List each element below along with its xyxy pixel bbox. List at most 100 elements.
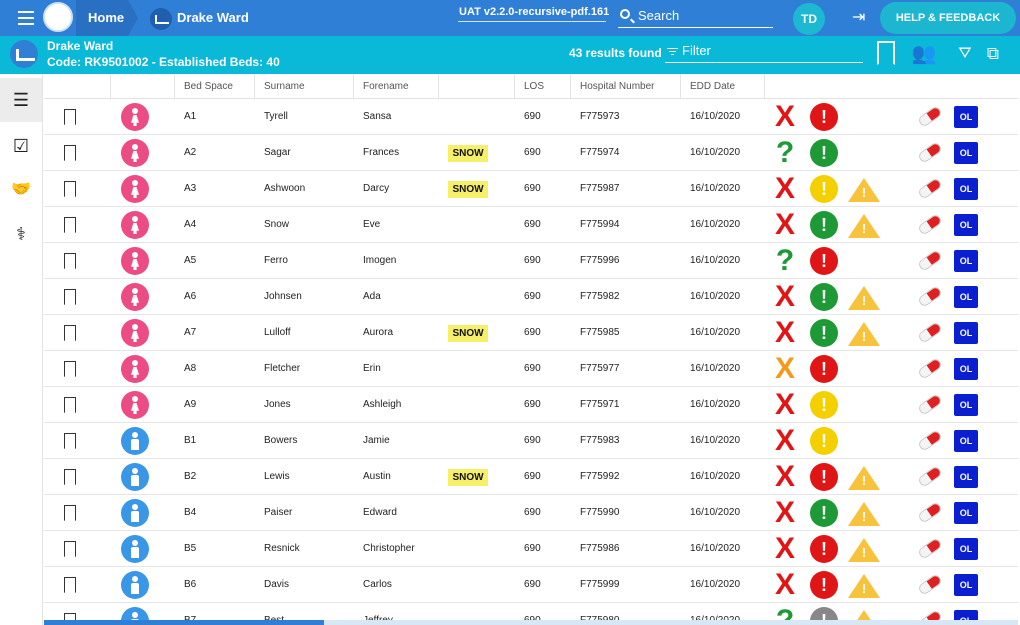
bookmark-icon[interactable] <box>64 505 76 521</box>
sidebar-item-clinical[interactable]: ⚕ <box>0 212 42 256</box>
alert-status-icon[interactable]: ! <box>810 571 838 599</box>
bookmark-icon[interactable] <box>64 217 76 233</box>
cross-status-icon[interactable]: X <box>772 174 798 204</box>
bookmark-icon[interactable] <box>64 289 76 305</box>
ol-badge[interactable]: OL <box>954 358 978 380</box>
ol-badge[interactable]: OL <box>954 142 978 164</box>
ol-badge[interactable]: OL <box>954 394 978 416</box>
alert-status-icon[interactable]: ! <box>810 319 838 347</box>
table-row[interactable]: A4 Snow Eve 690 F775994 16/10/2020 X!! OL <box>44 207 1018 243</box>
breadcrumb-ward[interactable]: Drake Ward <box>150 7 249 30</box>
ol-badge[interactable]: OL <box>954 178 978 200</box>
table-row[interactable]: B4 Paiser Edward 690 F775990 16/10/2020 X!! OL <box>44 495 1018 531</box>
medication-pill-icon[interactable] <box>917 177 943 200</box>
warning-triangle-icon[interactable]: ! <box>848 214 880 238</box>
logout-icon[interactable]: ⇥ <box>852 9 872 27</box>
user-avatar[interactable]: TD <box>793 3 825 35</box>
bookmark-icon[interactable] <box>64 577 76 593</box>
cross-status-icon[interactable]: X <box>772 282 798 312</box>
alert-status-icon[interactable]: ! <box>810 247 838 275</box>
ol-badge[interactable]: OL <box>954 106 978 128</box>
bookmark-icon[interactable] <box>64 181 76 197</box>
add-filter-icon[interactable]: ⛛ <box>953 41 977 67</box>
bookmark-icon[interactable] <box>64 361 76 377</box>
cross-status-icon[interactable]: X <box>772 498 798 528</box>
column-header-edd-date[interactable]: EDD Date <box>680 74 764 99</box>
cross-status-icon[interactable]: X <box>772 426 798 456</box>
cross-status-icon[interactable]: X <box>772 210 798 240</box>
table-row[interactable]: A1 Tyrell Sansa 690 F775973 16/10/2020 X! OL <box>44 99 1018 135</box>
cross-status-icon[interactable]: X <box>772 354 798 384</box>
ol-badge[interactable]: OL <box>954 574 978 596</box>
alert-status-icon[interactable]: ! <box>810 463 838 491</box>
table-row[interactable]: A9 Jones Ashleigh 690 F775971 16/10/2020 X! OL <box>44 387 1018 423</box>
bookmark-icon[interactable] <box>64 145 76 161</box>
cross-status-icon[interactable]: X <box>772 318 798 348</box>
warning-triangle-icon[interactable]: ! <box>848 502 880 526</box>
bookmark-icon[interactable] <box>64 433 76 449</box>
alert-status-icon[interactable]: ! <box>810 499 838 527</box>
cross-status-icon[interactable]: X <box>772 570 798 600</box>
ol-badge[interactable]: OL <box>954 538 978 560</box>
column-header-forename[interactable]: Forename <box>353 74 438 99</box>
alert-status-icon[interactable]: ! <box>810 283 838 311</box>
table-row[interactable]: A5 Ferro Imogen 690 F775996 16/10/2020?! OL <box>44 243 1018 279</box>
ol-badge[interactable]: OL <box>954 322 978 344</box>
table-row[interactable]: B1 Bowers Jamie 690 F775983 16/10/2020 X! OL <box>44 423 1018 459</box>
column-header-surname[interactable]: Surname <box>254 74 353 99</box>
alert-status-icon[interactable]: ! <box>810 427 838 455</box>
filter-input[interactable]: Filter <box>665 41 863 63</box>
bookmark-icon[interactable] <box>64 325 76 341</box>
medication-pill-icon[interactable] <box>917 141 943 164</box>
medication-pill-icon[interactable] <box>917 573 943 596</box>
alert-status-icon[interactable]: ! <box>810 139 838 167</box>
alert-status-icon[interactable]: ! <box>810 391 838 419</box>
sidebar-item-checklist[interactable]: ☑ <box>0 124 42 168</box>
bookmark-icon[interactable] <box>64 469 76 485</box>
table-row[interactable]: A7 Lulloff Aurora SNOW 690 F775985 16/10/2020 X… <box>44 315 1018 351</box>
medication-pill-icon[interactable] <box>917 429 943 452</box>
horizontal-scrollbar[interactable] <box>44 620 1018 625</box>
ol-badge[interactable]: OL <box>954 466 978 488</box>
medication-pill-icon[interactable] <box>917 537 943 560</box>
ol-badge[interactable]: OL <box>954 286 978 308</box>
scrollbar-thumb[interactable] <box>44 620 324 625</box>
app-logo[interactable] <box>43 2 73 32</box>
medication-pill-icon[interactable] <box>917 393 943 416</box>
table-row[interactable]: B2 Lewis Austin SNOW 690 F775992 16/10/2020 X!!… <box>44 459 1018 495</box>
warning-triangle-icon[interactable]: ! <box>848 178 880 202</box>
alert-status-icon[interactable]: ! <box>810 103 838 131</box>
bookmark-icon[interactable] <box>64 397 76 413</box>
medication-pill-icon[interactable] <box>917 501 943 524</box>
open-external-icon[interactable]: ⧉ <box>983 41 1003 67</box>
table-row[interactable]: A8 Fletcher Erin 690 F775977 16/10/2020 X! OL <box>44 351 1018 387</box>
warning-triangle-icon[interactable]: ! <box>848 322 880 346</box>
sidebar-item-handover[interactable]: 🤝 <box>0 168 42 212</box>
breadcrumb-home[interactable]: Home <box>76 0 138 36</box>
warning-triangle-icon[interactable]: ! <box>848 466 880 490</box>
warning-triangle-icon[interactable]: ! <box>848 286 880 310</box>
cross-status-icon[interactable]: X <box>772 390 798 420</box>
sidebar-item-list[interactable]: ☰ <box>0 78 42 122</box>
medication-pill-icon[interactable] <box>917 465 943 488</box>
medication-pill-icon[interactable] <box>917 213 943 236</box>
alert-status-icon[interactable]: ! <box>810 355 838 383</box>
table-row[interactable]: B5 Resnick Christopher 690 F775986 16/10/2020… <box>44 531 1018 567</box>
table-row[interactable]: A2 Sagar Frances SNOW 690 F775974 16/10/2020?!… <box>44 135 1018 171</box>
cross-status-icon[interactable]: X <box>772 534 798 564</box>
alert-status-icon[interactable]: ! <box>810 535 838 563</box>
add-users-icon[interactable]: 👥 <box>907 41 941 67</box>
question-status-icon[interactable]: ? <box>772 246 798 276</box>
column-header-bed-space[interactable]: Bed Space <box>174 74 254 99</box>
bookmark-icon[interactable] <box>64 109 76 125</box>
ol-badge[interactable]: OL <box>954 502 978 524</box>
column-header-los[interactable]: LOS <box>514 74 570 99</box>
ol-badge[interactable]: OL <box>954 430 978 452</box>
table-row[interactable]: A6 Johnsen Ada 690 F775982 16/10/2020 X!! OL <box>44 279 1018 315</box>
column-header-hospital-number[interactable]: Hospital Number <box>570 74 680 99</box>
search-field[interactable]: Search <box>618 3 773 28</box>
ol-badge[interactable]: OL <box>954 214 978 236</box>
medication-pill-icon[interactable] <box>917 285 943 308</box>
help-feedback-button[interactable]: HELP & FEEDBACK <box>880 2 1016 34</box>
alert-status-icon[interactable]: ! <box>810 211 838 239</box>
